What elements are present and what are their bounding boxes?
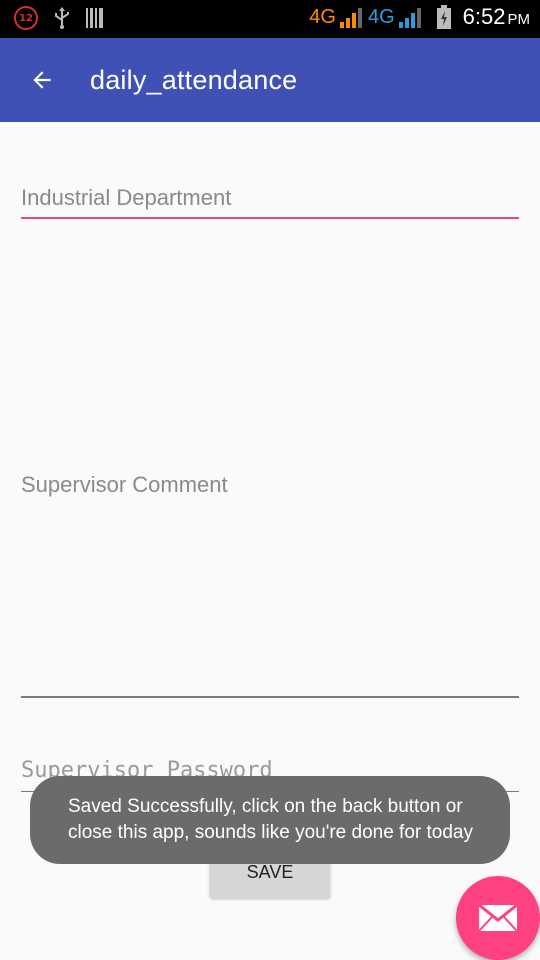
back-button[interactable] [26,64,58,96]
email-icon [478,904,518,932]
network-type-1: 4G [309,5,336,28]
signal-strength-icon [339,8,362,28]
battery-charging-icon [436,5,451,29]
app-bar: daily_attendance [0,38,540,122]
supervisor-comment-placeholder: Supervisor Comment [21,472,228,497]
page-title: daily_attendance [90,64,298,95]
department-field-value: Industrial Department [21,185,232,210]
supervisor-comment-underline [21,696,519,698]
status-bar-right: 4G 4G 6:52 PM [309,4,530,30]
notification-count-badge: 12 [14,6,38,30]
clock-ampm: PM [507,11,531,28]
department-field-underline [21,217,519,219]
barcode-icon [86,8,103,28]
status-bar: 12 4G 4G 6:52 PM [0,0,540,38]
usb-icon [55,7,69,29]
email-fab-button[interactable] [456,876,540,960]
toast-text: Saved Successfully, click on the back bu… [68,796,473,843]
toast-message: Saved Successfully, click on the back bu… [30,776,510,864]
screen: 12 4G 4G 6:52 PM daily_attendance Indust… [0,0,540,960]
network-type-2: 4G [367,5,395,28]
supervisor-comment-field[interactable]: Supervisor Comment [21,472,519,700]
status-bar-left: 12 [14,6,104,30]
clock: 6:52 PM [463,4,530,30]
arrow-back-icon [33,71,51,89]
department-field[interactable]: Industrial Department [21,185,519,221]
clock-time: 6:52 [462,4,506,29]
signal-strength-icon-2 [398,8,421,28]
